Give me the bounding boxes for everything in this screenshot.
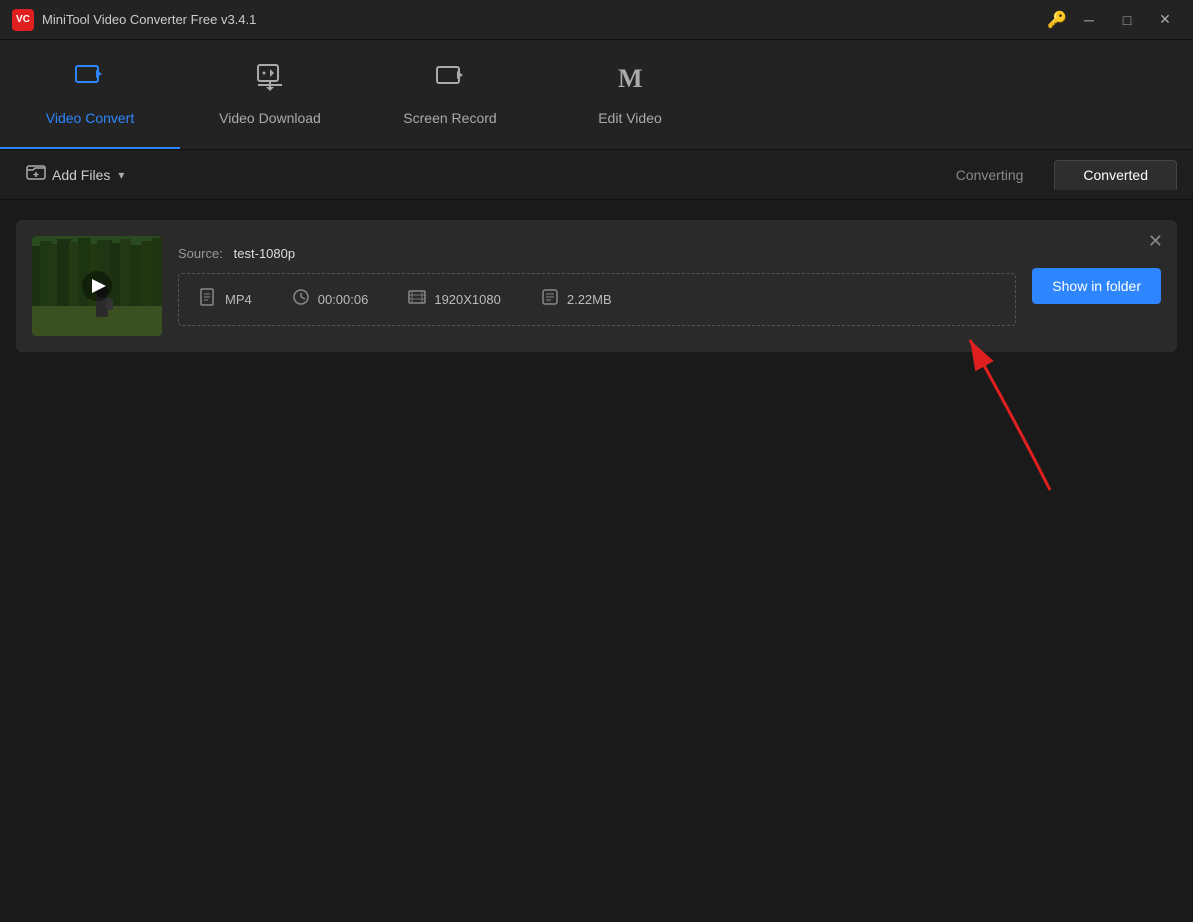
resolution-value: 1920X1080 — [434, 292, 501, 307]
show-in-folder-button[interactable]: Show in folder — [1032, 268, 1161, 304]
add-files-label: Add Files — [52, 167, 110, 183]
app-title: MiniTool Video Converter Free v3.4.1 — [42, 12, 256, 27]
video-download-label: Video Download — [219, 110, 321, 126]
screen-record-label: Screen Record — [403, 110, 496, 126]
file-details-box: MP4 00:00:06 — [178, 273, 1016, 326]
format-icon — [199, 288, 217, 311]
minimize-button[interactable]: ─ — [1073, 6, 1105, 34]
nav-tab-edit-video[interactable]: M Edit Video — [540, 40, 720, 149]
svg-text:M: M — [618, 64, 643, 93]
main-content: Source: test-1080p MP4 — [0, 200, 1193, 922]
title-bar-left: VC MiniTool Video Converter Free v3.4.1 — [12, 9, 256, 31]
file-card: Source: test-1080p MP4 — [16, 220, 1177, 352]
dropdown-arrow-icon[interactable]: ▾ — [118, 168, 124, 182]
resolution-detail: 1920X1080 — [408, 288, 501, 311]
screen-record-icon — [434, 61, 466, 100]
duration-icon — [292, 288, 310, 311]
format-detail: MP4 — [199, 288, 252, 311]
maximize-button[interactable]: □ — [1111, 6, 1143, 34]
app-logo: VC — [12, 9, 34, 31]
close-button[interactable]: ✕ — [1149, 6, 1181, 34]
close-card-button[interactable]: ✕ — [1148, 232, 1163, 250]
source-label: Source: test-1080p — [178, 246, 1016, 261]
filesize-value: 2.22MB — [567, 292, 612, 307]
source-name: test-1080p — [234, 246, 295, 261]
nav-tabs: Video Convert Video Download Screen Reco… — [0, 40, 1193, 150]
add-files-button[interactable]: Add Files ▾ — [16, 156, 134, 193]
converting-tab[interactable]: Converting — [927, 160, 1053, 190]
edit-video-label: Edit Video — [598, 110, 662, 126]
edit-video-icon: M — [614, 61, 646, 100]
resolution-icon — [408, 288, 426, 311]
video-download-icon — [254, 61, 286, 100]
file-thumbnail[interactable] — [32, 236, 162, 336]
add-files-icon — [26, 162, 46, 187]
sub-tabs: Converting Converted — [927, 160, 1177, 190]
thumbnail-scene — [32, 236, 162, 336]
nav-tab-video-convert[interactable]: Video Convert — [0, 40, 180, 149]
file-info: Source: test-1080p MP4 — [178, 246, 1016, 326]
key-icon: 🔑 — [1047, 10, 1067, 30]
nav-tab-screen-record[interactable]: Screen Record — [360, 40, 540, 149]
duration-detail: 00:00:06 — [292, 288, 369, 311]
video-convert-label: Video Convert — [46, 110, 134, 126]
converted-tab[interactable]: Converted — [1054, 160, 1177, 190]
format-value: MP4 — [225, 292, 252, 307]
title-bar-controls: 🔑 ─ □ ✕ — [1047, 6, 1181, 34]
title-bar: VC MiniTool Video Converter Free v3.4.1 … — [0, 0, 1193, 40]
filesize-icon — [541, 288, 559, 311]
duration-value: 00:00:06 — [318, 292, 369, 307]
toolbar: Add Files ▾ Converting Converted — [0, 150, 1193, 200]
video-convert-icon — [74, 61, 106, 100]
nav-tab-video-download[interactable]: Video Download — [180, 40, 360, 149]
filesize-detail: 2.22MB — [541, 288, 612, 311]
